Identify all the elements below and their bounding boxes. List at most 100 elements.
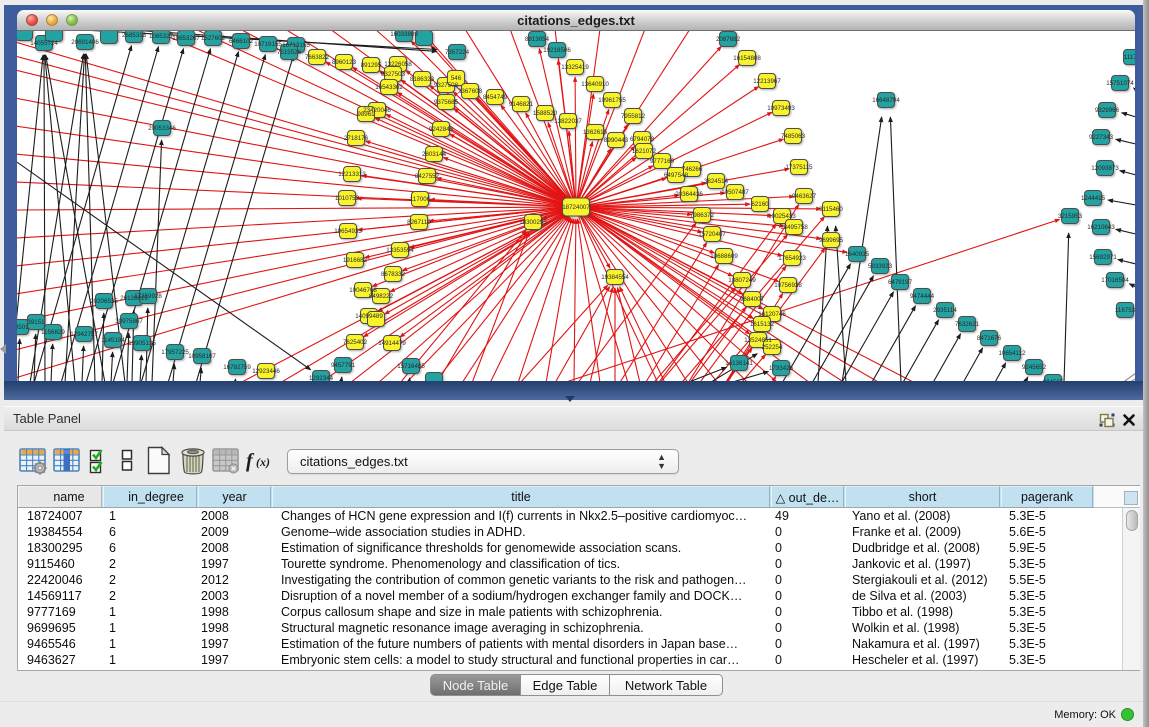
svg-text:1244415: 1244415	[1081, 195, 1106, 202]
svg-text:20053346: 20053346	[148, 125, 176, 132]
svg-text:891295: 891295	[361, 62, 382, 69]
svg-text:19654933: 19654933	[334, 228, 362, 235]
svg-text:19384554: 19384554	[601, 274, 629, 281]
svg-text:8186323: 8186323	[410, 76, 435, 83]
svg-text:9227343: 9227343	[1089, 134, 1114, 141]
svg-text:39151: 39151	[27, 319, 45, 326]
svg-text:10756928: 10756928	[774, 282, 802, 289]
svg-text:10719155: 10719155	[254, 41, 282, 48]
svg-text:8813054: 8813054	[525, 36, 550, 43]
svg-text:1588520: 1588520	[533, 110, 558, 117]
svg-text:17654923: 17654923	[778, 255, 806, 262]
svg-text:16648794: 16648794	[872, 97, 900, 104]
svg-text:546: 546	[451, 75, 462, 82]
svg-text:3215953: 3215953	[1058, 213, 1083, 220]
svg-text:9327508: 9327508	[434, 82, 459, 89]
svg-text:8471676: 8471676	[977, 335, 1002, 342]
svg-text:8267110: 8267110	[407, 219, 431, 226]
svg-text:f: f	[246, 450, 255, 472]
svg-text:7625402: 7625402	[343, 339, 368, 346]
svg-text:62160: 62160	[751, 201, 769, 208]
svg-text:1916682: 1916682	[343, 257, 368, 264]
svg-text:16543362: 16543362	[375, 84, 403, 91]
svg-text:1527602: 1527602	[201, 35, 226, 42]
svg-text:5933923: 5933923	[868, 263, 893, 270]
svg-text:9474444: 9474444	[910, 293, 935, 300]
svg-text:2935114: 2935114	[933, 307, 957, 314]
svg-text:30975867: 30975867	[115, 318, 143, 325]
svg-text:6497548: 6497548	[664, 172, 689, 179]
svg-text:9457791: 9457791	[331, 362, 356, 369]
svg-text:9375685: 9375685	[434, 99, 459, 106]
svg-text:98961: 98961	[357, 111, 375, 118]
svg-text:13822037: 13822037	[554, 118, 582, 125]
svg-text:1010753: 1010753	[335, 195, 360, 202]
svg-text:1362615: 1362615	[583, 129, 608, 136]
svg-text:7986372: 7986372	[690, 212, 715, 219]
svg-text:1733426: 1733426	[769, 365, 794, 372]
svg-text:16120746: 16120746	[758, 311, 786, 318]
svg-text:12093873: 12093873	[1091, 165, 1119, 172]
svg-text:10654112: 10654112	[998, 350, 1026, 357]
svg-text:20691406: 20691406	[71, 39, 99, 46]
svg-text:7955812: 7955812	[621, 113, 646, 120]
svg-text:13325419: 13325419	[561, 64, 589, 71]
svg-text:17375115: 17375115	[785, 164, 813, 171]
svg-text:14055724: 14055724	[30, 40, 58, 47]
svg-text:8990443: 8990443	[604, 137, 629, 144]
svg-text:9146821: 9146821	[509, 101, 534, 108]
svg-text:9327503: 9327503	[381, 71, 406, 78]
svg-text:15692971: 15692971	[1089, 254, 1117, 261]
svg-text:1640935: 1640935	[845, 251, 870, 258]
svg-text:7515526: 7515526	[277, 49, 302, 56]
svg-text:1145194: 1145194	[101, 337, 125, 344]
svg-text:13524851: 13524851	[744, 337, 772, 344]
svg-text:6794078: 6794078	[630, 136, 655, 143]
svg-text:116753: 116753	[1115, 307, 1135, 314]
svg-text:9242843: 9242843	[429, 126, 454, 133]
svg-text:10653267: 10653267	[172, 35, 200, 42]
svg-text:7632621: 7632621	[955, 321, 980, 328]
svg-text:9777169: 9777169	[650, 158, 675, 165]
svg-text:13640910: 13640910	[581, 81, 609, 88]
svg-text:20364436: 20364436	[675, 191, 703, 198]
svg-text:10025433: 10025433	[768, 213, 796, 220]
svg-text:1292344: 1292344	[309, 375, 334, 381]
svg-text:1615132: 1615132	[750, 321, 775, 328]
svg-text:15716485: 15716485	[397, 363, 425, 370]
svg-text:9245652: 9245652	[1022, 364, 1047, 371]
svg-text:9684007: 9684007	[740, 296, 765, 303]
svg-text:7485063: 7485063	[781, 133, 806, 140]
svg-text:10507487: 10507487	[721, 189, 749, 196]
svg-text:14136141: 14136141	[725, 360, 753, 367]
svg-text:746266: 746266	[682, 166, 703, 173]
svg-text:3824514: 3824514	[704, 178, 729, 185]
svg-text:12942757: 12942757	[70, 331, 98, 338]
svg-text:11172: 11172	[1124, 54, 1135, 61]
svg-text:19218506: 19218506	[543, 47, 571, 54]
svg-text:13495758: 13495758	[780, 224, 808, 231]
svg-text:8427552: 8427552	[415, 173, 440, 180]
svg-text:6466102: 6466102	[229, 38, 254, 45]
svg-text:1156829: 1156829	[41, 329, 65, 336]
svg-text:13226058: 13226058	[384, 61, 412, 68]
svg-text:9115460: 9115460	[819, 206, 843, 213]
svg-text:18300295: 18300295	[519, 219, 547, 226]
svg-text:16713155: 16713155	[282, 42, 310, 49]
svg-text:14914479: 14914479	[378, 340, 406, 347]
svg-text:8678332: 8678332	[381, 271, 406, 278]
svg-text:17016504: 17016504	[1101, 277, 1129, 284]
svg-text:1621072: 1621072	[632, 148, 657, 155]
svg-text:9329966: 9329966	[1095, 107, 1120, 114]
svg-text:2087682: 2087682	[716, 36, 741, 43]
svg-text:18807249: 18807249	[728, 277, 756, 284]
svg-text:117006: 117006	[410, 196, 431, 203]
svg-text:7357224: 7357224	[445, 49, 470, 56]
svg-text:15720407: 15720407	[698, 231, 726, 238]
svg-text:2718176: 2718176	[344, 135, 369, 142]
svg-text:10973493: 10973493	[767, 105, 795, 112]
svg-text:10961755: 10961755	[598, 97, 626, 104]
svg-text:16782759: 16782759	[223, 364, 251, 371]
svg-text:7663822: 7663822	[305, 54, 330, 61]
svg-text:8960123: 8960123	[332, 59, 357, 66]
